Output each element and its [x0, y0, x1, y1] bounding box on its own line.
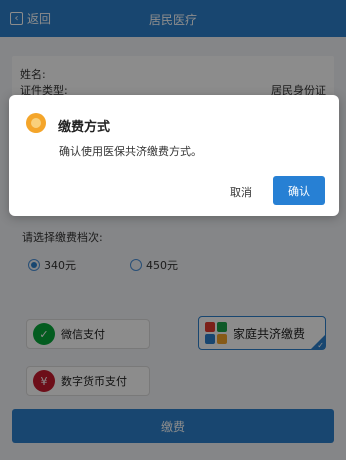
modal-overlay: [0, 0, 346, 460]
confirm-button[interactable]: 确认: [273, 176, 325, 205]
dialog-title: 缴费方式: [58, 120, 111, 135]
dialog-message: 确认使用医保共济缴费方式。: [59, 145, 202, 158]
info-icon: [26, 113, 46, 133]
cancel-button[interactable]: 取消: [219, 180, 263, 204]
